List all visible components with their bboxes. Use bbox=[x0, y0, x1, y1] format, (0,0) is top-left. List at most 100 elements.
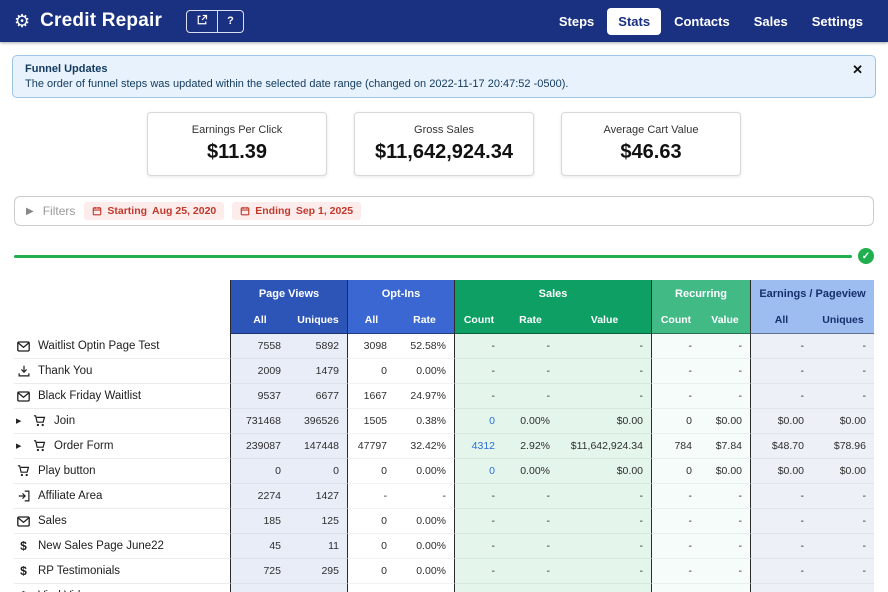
cell-black-friday-waitlist-7: - bbox=[651, 384, 700, 409]
row-label-viral-video: $Viral Video bbox=[14, 584, 230, 592]
app-title: Credit Repair bbox=[40, 10, 162, 32]
col-group-earnings-pageview: Earnings / Pageview bbox=[750, 280, 874, 307]
cell-order-form-9: $48.70 bbox=[750, 434, 812, 459]
col-header-sales-value: Value bbox=[558, 307, 651, 334]
alert-body: Funnel Updates The order of funnel steps… bbox=[25, 63, 568, 90]
row-label-new-sales-page-june22: $New Sales Page June22 bbox=[14, 534, 230, 559]
tab-sales[interactable]: Sales bbox=[743, 8, 799, 35]
funnel-updates-alert: Funnel Updates The order of funnel steps… bbox=[12, 55, 876, 98]
cell-rp-testimonials-10: - bbox=[812, 559, 874, 584]
row-label-affiliate-area: Affiliate Area bbox=[14, 484, 230, 509]
row-title: Order Form bbox=[54, 440, 113, 452]
cell-play-button-9: $0.00 bbox=[750, 459, 812, 484]
cell-black-friday-waitlist-6: - bbox=[558, 384, 651, 409]
cell-new-sales-page-june22-2: 0 bbox=[347, 534, 395, 559]
cell-rp-testimonials-9: - bbox=[750, 559, 812, 584]
row-label-thank-you: Thank You bbox=[14, 359, 230, 384]
envelope-icon bbox=[16, 516, 31, 527]
cell-viral-video-4: - bbox=[454, 584, 503, 592]
col-header-opt-ins-rate: Rate bbox=[395, 307, 454, 334]
row-title: Sales bbox=[38, 515, 67, 527]
cell-play-button-1: 0 bbox=[289, 459, 347, 484]
ending-date-badge[interactable]: EndingSep 1, 2025 bbox=[232, 202, 361, 220]
nav-tabs: StepsStatsContactsSalesSettings bbox=[548, 8, 874, 35]
caret-right-icon[interactable]: ▶ bbox=[16, 442, 25, 450]
cell-rp-testimonials-0: 725 bbox=[230, 559, 289, 584]
caret-right-icon[interactable]: ▶ bbox=[16, 417, 25, 425]
cell-order-form-4[interactable]: 4312 bbox=[454, 434, 503, 459]
row-title: Affiliate Area bbox=[38, 490, 102, 502]
cell-rp-testimonials-8: - bbox=[700, 559, 750, 584]
cell-thank-you-10: - bbox=[812, 359, 874, 384]
cell-order-form-3: 32.42% bbox=[395, 434, 454, 459]
cell-order-form-5: 2.92% bbox=[503, 434, 558, 459]
sign-in-icon bbox=[16, 490, 31, 502]
badge-label: Ending bbox=[255, 205, 291, 217]
alert-message: The order of funnel steps was updated wi… bbox=[25, 78, 568, 90]
navbar-action-group: ? bbox=[186, 10, 244, 33]
stats-table: Page ViewsOpt-InsSalesRecurringEarnings … bbox=[14, 280, 888, 592]
cell-viral-video-1: 718 bbox=[289, 584, 347, 592]
cell-join-7: 0 bbox=[651, 409, 700, 434]
date-badges: StartingAug 25, 2020 EndingSep 1, 2025 bbox=[84, 202, 361, 220]
tab-steps[interactable]: Steps bbox=[548, 8, 605, 35]
check-circle-icon: ✓ bbox=[858, 248, 874, 264]
tab-stats[interactable]: Stats bbox=[607, 8, 661, 35]
stat-card-gross-sales: Gross Sales$11,642,924.34 bbox=[354, 112, 534, 176]
gear-icon[interactable]: ⚙ bbox=[14, 12, 30, 30]
filters-bar[interactable]: ▶ Filters StartingAug 25, 2020EndingSep … bbox=[14, 196, 874, 226]
cell-play-button-10: $0.00 bbox=[812, 459, 874, 484]
cell-thank-you-1: 1479 bbox=[289, 359, 347, 384]
cell-waitlist-optin-page-test-0: 7558 bbox=[230, 334, 289, 359]
chevron-right-icon: ▶ bbox=[26, 206, 34, 217]
col-header-opt-ins-all: All bbox=[347, 307, 395, 334]
row-label-black-friday-waitlist: Black Friday Waitlist bbox=[14, 384, 230, 409]
cell-waitlist-optin-page-test-2: 3098 bbox=[347, 334, 395, 359]
tab-settings[interactable]: Settings bbox=[801, 8, 874, 35]
cell-play-button-6: $0.00 bbox=[558, 459, 651, 484]
stat-label: Earnings Per Click bbox=[156, 124, 318, 136]
cell-affiliate-area-1: 1427 bbox=[289, 484, 347, 509]
cell-waitlist-optin-page-test-8: - bbox=[700, 334, 750, 359]
col-header-earnings-pageview-all: All bbox=[750, 307, 812, 334]
close-icon[interactable]: ✕ bbox=[852, 63, 863, 76]
cell-viral-video-5: - bbox=[503, 584, 558, 592]
cell-join-9: $0.00 bbox=[750, 409, 812, 434]
cell-waitlist-optin-page-test-9: - bbox=[750, 334, 812, 359]
cell-rp-testimonials-7: - bbox=[651, 559, 700, 584]
cell-sales-4: - bbox=[454, 509, 503, 534]
cell-waitlist-optin-page-test-3: 52.58% bbox=[395, 334, 454, 359]
cell-play-button-7: 0 bbox=[651, 459, 700, 484]
row-label-order-form[interactable]: ▶ Order Form bbox=[14, 434, 230, 459]
tab-contacts[interactable]: Contacts bbox=[663, 8, 741, 35]
cell-play-button-4[interactable]: 0 bbox=[454, 459, 503, 484]
cell-play-button-3: 0.00% bbox=[395, 459, 454, 484]
cell-black-friday-waitlist-2: 1667 bbox=[347, 384, 395, 409]
cell-affiliate-area-8: - bbox=[700, 484, 750, 509]
row-label-rp-testimonials: $RP Testimonials bbox=[14, 559, 230, 584]
calendar-icon bbox=[240, 206, 250, 216]
cell-order-form-7: 784 bbox=[651, 434, 700, 459]
cell-rp-testimonials-3: 0.00% bbox=[395, 559, 454, 584]
help-button[interactable]: ? bbox=[217, 11, 243, 32]
cell-sales-6: - bbox=[558, 509, 651, 534]
navbar-left: ⚙ Credit Repair ? bbox=[14, 10, 244, 33]
cell-sales-10: - bbox=[812, 509, 874, 534]
stat-value: $11.39 bbox=[156, 141, 318, 164]
starting-date-badge[interactable]: StartingAug 25, 2020 bbox=[84, 202, 224, 220]
row-label-play-button: Play button bbox=[14, 459, 230, 484]
cell-black-friday-waitlist-9: - bbox=[750, 384, 812, 409]
share-button[interactable] bbox=[187, 11, 217, 32]
cell-black-friday-waitlist-3: 24.97% bbox=[395, 384, 454, 409]
cell-thank-you-7: - bbox=[651, 359, 700, 384]
row-title: Play button bbox=[38, 465, 96, 477]
cell-join-4[interactable]: 0 bbox=[454, 409, 503, 434]
row-label-waitlist-optin-page-test: Waitlist Optin Page Test bbox=[14, 334, 230, 359]
cell-affiliate-area-6: - bbox=[558, 484, 651, 509]
row-label-join[interactable]: ▶Join bbox=[14, 409, 230, 434]
progress-bar bbox=[14, 255, 852, 258]
cell-sales-3: 0.00% bbox=[395, 509, 454, 534]
cell-sales-2: 0 bbox=[347, 509, 395, 534]
cell-rp-testimonials-6: - bbox=[558, 559, 651, 584]
cell-rp-testimonials-5: - bbox=[503, 559, 558, 584]
